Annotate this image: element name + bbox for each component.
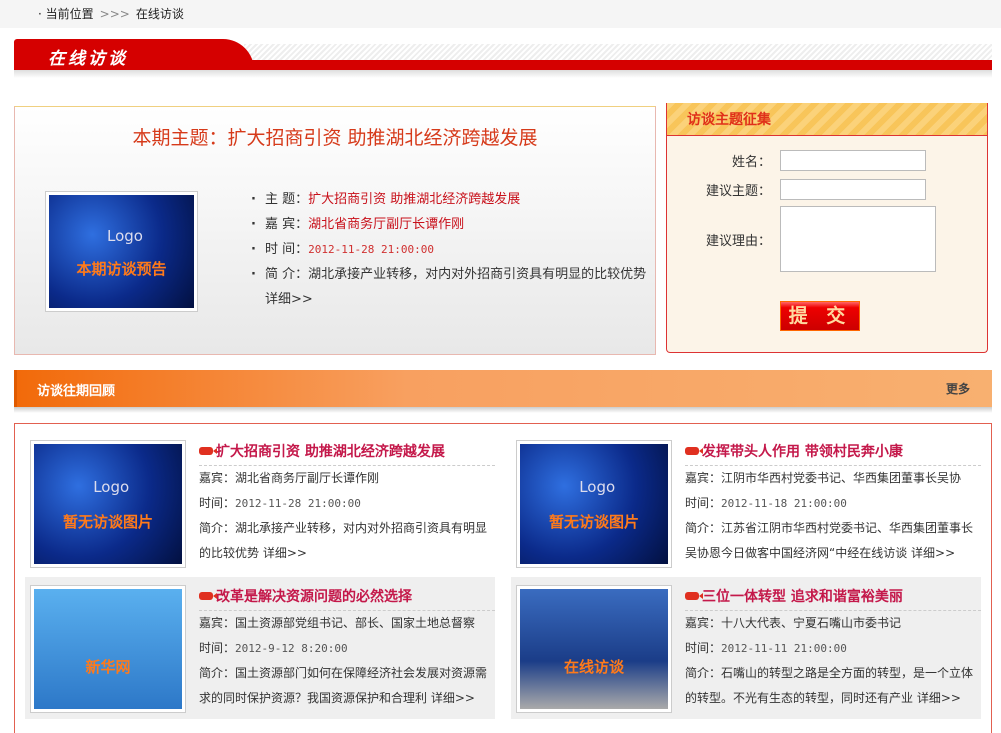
item-thumbnail[interactable]: Logo 暂无访谈图片 [30, 440, 186, 568]
time-label: 时间： [685, 640, 722, 655]
time-value: 2012-11-11 21:00:00 [721, 641, 847, 655]
item-title[interactable]: 发挥带头人作用 带领村民奔小康 [685, 440, 981, 466]
past-title: 访谈往期回顾 [37, 384, 116, 399]
image-caption: 本期访谈预告 [76, 260, 167, 279]
time-value: 2012-11-28 21:00:00 [235, 496, 361, 510]
item-guest: 嘉宾：江阴市华西村党委书记、华西集团董事长吴协 [685, 471, 962, 485]
item-title-text[interactable]: 三位一体转型 追求和谐富裕美丽 [702, 589, 903, 605]
video-camera-icon [199, 447, 217, 455]
topic-label: 主 题： [265, 192, 309, 207]
past-interviews-header: 访谈往期回顾 更多 [14, 370, 992, 407]
item-title[interactable]: 扩大招商引资 助推湖北经济跨越发展 [199, 440, 495, 466]
reason-label: 建议理由： [705, 234, 771, 249]
intro-row: 简 介：湖北承接产业转移，对内对外招商引资具有明显的比较优势 详细>> [251, 262, 651, 312]
breadcrumb-label: 当前位置 [45, 7, 94, 21]
form-title: 访谈主题征集 [667, 103, 987, 136]
detail-link[interactable]: 详细>> [431, 691, 475, 705]
item-guest: 嘉宾：十八大代表、宁夏石嘴山市委书记 [685, 616, 902, 630]
topic-value[interactable]: 扩大招商引资 助推湖北经济跨越发展 [308, 192, 520, 207]
list-item: 新华网 改革是解决资源问题的必然选择 嘉宾：国土资源部党组书记、部长、国家土地总… [25, 577, 495, 719]
item-intro: 简介：湖北承接产业转移，对内对外招商引资具有明显的比较优势 详细>> [199, 516, 495, 565]
banner-title: 在线访谈 [48, 49, 128, 69]
item-time: 时间：2012-11-18 21:00:00 [685, 491, 981, 517]
video-camera-icon [199, 592, 217, 600]
item-title-text[interactable]: 改革是解决资源问题的必然选择 [216, 589, 412, 605]
item-title-text[interactable]: 发挥带头人作用 带领村民奔小康 [702, 444, 903, 460]
item-title-text[interactable]: 扩大招商引资 助推湖北经济跨越发展 [216, 444, 445, 460]
subject-label: 建议主题： [705, 184, 771, 199]
list-item: Logo 暂无访谈图片 发挥带头人作用 带领村民奔小康 嘉宾：江阴市华西村党委书记… [511, 432, 981, 574]
time-label: 时间： [199, 495, 236, 510]
image-caption: 新华网 [85, 658, 131, 677]
list-item: 在线访谈 三位一体转型 追求和谐富裕美丽 嘉宾：十八大代表、宁夏石嘴山市委书记 … [511, 577, 981, 719]
image-caption: 暂无访谈图片 [548, 513, 639, 532]
topic-suggestion-form: 访谈主题征集 姓名： 建议主题： 建议理由： 提 交 [666, 103, 988, 353]
image-caption: 暂无访谈图片 [62, 513, 153, 532]
video-camera-icon [685, 592, 703, 600]
item-thumbnail[interactable]: 新华网 [30, 585, 186, 713]
time-row: 时 间：2012-11-28 21:00:00 [251, 237, 651, 262]
image-logo: Logo [579, 477, 616, 496]
image-caption: 在线访谈 [563, 658, 624, 677]
item-thumbnail[interactable]: Logo 暂无访谈图片 [516, 440, 672, 568]
guest-label: 嘉 宾： [265, 217, 309, 232]
name-label: 姓名： [731, 155, 771, 170]
time-value: 2012-11-28 21:00:00 [308, 243, 434, 256]
item-time: 时间：2012-9-12 8:20:00 [199, 636, 495, 662]
detail-link[interactable]: 详细>> [917, 691, 961, 705]
item-intro: 简介：江苏省江阴市华西村党委书记、华西集团董事长吴协恩今日做客中国经济网“中经在… [685, 516, 981, 565]
breadcrumb-current[interactable]: 在线访谈 [136, 7, 184, 21]
detail-link[interactable]: 详细>> [265, 292, 313, 307]
topic-row: 主 题：扩大招商引资 助推湖北经济跨越发展 [251, 187, 651, 212]
current-interview-panel: 本期主题：扩大招商引资 助推湖北经济跨越发展 Logo 本期访谈预告 主 题：扩大… [14, 106, 656, 355]
current-thumbnail[interactable]: Logo 本期访谈预告 [45, 191, 198, 312]
image-logo: Logo [107, 226, 143, 245]
item-guest: 嘉宾：湖北省商务厅副厅长谭作刚 [199, 471, 380, 485]
item-intro: 简介：国土资源部门如何在保障经济社会发展对资源需求的同时保护资源？我国资源保护和… [199, 661, 495, 710]
item-title[interactable]: 三位一体转型 追求和谐富裕美丽 [685, 585, 981, 611]
name-input[interactable] [780, 150, 926, 171]
detail-link[interactable]: 详细>> [263, 546, 307, 560]
item-intro: 简介：石嘴山的转型之路是全方面的转型，是一个立体的转型。不光有生态的转型，同时还… [685, 661, 981, 710]
breadcrumb-separator: >>> [99, 7, 130, 21]
past-interviews-list: Logo 暂无访谈图片 扩大招商引资 助推湖北经济跨越发展 嘉宾：湖北省商务厅副厅… [14, 423, 992, 733]
video-camera-icon [685, 447, 703, 455]
time-value: 2012-11-18 21:00:00 [721, 496, 847, 510]
image-logo: Logo [93, 477, 130, 496]
item-time: 时间：2012-11-11 21:00:00 [685, 636, 981, 662]
reason-textarea[interactable] [780, 206, 936, 272]
breadcrumb: · 当前位置 >>> 在线访谈 [0, 0, 1001, 28]
time-value: 2012-9-12 8:20:00 [235, 641, 348, 655]
guest-row: 嘉 宾：湖北省商务厅副厅长谭作刚 [251, 212, 651, 237]
item-guest: 嘉宾：国土资源部党组书记、部长、国家土地总督察 [199, 616, 476, 630]
item-thumbnail[interactable]: 在线访谈 [516, 585, 672, 713]
intro-text: 简介：湖北承接产业转移，对内对外招商引资具有明显的比较优势 [199, 521, 488, 560]
item-title[interactable]: 改革是解决资源问题的必然选择 [199, 585, 495, 611]
detail-link[interactable]: 详细>> [911, 546, 955, 560]
intro-value: 湖北承接产业转移，对内对外招商引资具有明显的比较优势 [308, 267, 647, 282]
section-banner: 在线访谈 [14, 38, 992, 78]
intro-label: 简 介： [265, 267, 309, 282]
more-link[interactable]: 更多 [946, 380, 970, 397]
submit-button[interactable]: 提 交 [780, 301, 860, 331]
time-label: 时间： [685, 495, 722, 510]
time-label: 时间： [199, 640, 236, 655]
list-item: Logo 暂无访谈图片 扩大招商引资 助推湖北经济跨越发展 嘉宾：湖北省商务厅副厅… [25, 432, 495, 574]
item-time: 时间：2012-11-28 21:00:00 [199, 491, 495, 517]
time-label: 时 间： [265, 242, 309, 257]
guest-value: 湖北省商务厅副厅长谭作刚 [308, 217, 465, 232]
current-heading: 本期主题：扩大招商引资 助推湖北经济跨越发展 [132, 127, 538, 149]
subject-input[interactable] [780, 179, 926, 200]
